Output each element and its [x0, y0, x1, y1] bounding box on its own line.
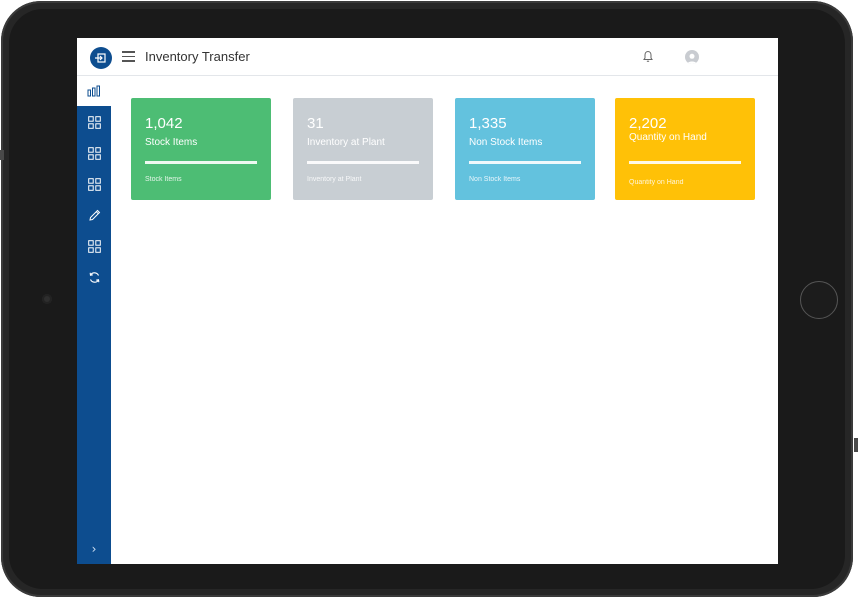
card-label: Inventory at Plant	[307, 137, 385, 148]
volume-button	[0, 150, 4, 160]
bell-icon[interactable]	[642, 50, 654, 63]
card-progress-bar	[469, 161, 581, 164]
grid-icon	[87, 146, 101, 160]
card-value: 1,335	[469, 115, 507, 132]
sidebar-item-module-2[interactable]	[77, 138, 111, 168]
card-progress-bar	[629, 161, 741, 164]
grid-icon	[87, 239, 101, 253]
page-title: Inventory Transfer	[145, 49, 250, 64]
sync-icon	[89, 271, 99, 283]
top-header: Inventory Transfer	[77, 38, 778, 76]
chevron-right-icon[interactable]: ›	[77, 539, 111, 559]
card-progress-bar	[145, 161, 257, 164]
app-logo-icon[interactable]	[90, 47, 112, 69]
camera-icon	[42, 294, 52, 304]
card-label: Quantity on Hand	[629, 132, 707, 143]
user-silhouette	[687, 53, 697, 64]
card-inventory-at-plant[interactable]: 31 Inventory at Plant Inventory at Plant	[293, 98, 433, 200]
card-footer: Stock Items	[145, 176, 182, 183]
card-footer: Quantity on Hand	[629, 179, 684, 186]
card-footer: Inventory at Plant	[307, 176, 362, 183]
sidebar-item-sync[interactable]	[77, 262, 111, 292]
sidebar-item-module-4[interactable]	[77, 231, 111, 261]
sidebar-item-module-3[interactable]	[77, 169, 111, 199]
bar-chart-icon	[87, 85, 100, 97]
sidebar: ›	[77, 76, 111, 564]
card-progress-bar	[307, 161, 419, 164]
app-screen: Inventory Transfer › 1,042 Stock Items S…	[77, 38, 778, 564]
card-footer: Non Stock Items	[469, 176, 521, 183]
user-avatar-icon[interactable]	[685, 50, 699, 64]
sidebar-item-edit[interactable]	[77, 200, 111, 230]
grid-icon	[87, 115, 101, 129]
card-value: 31	[307, 115, 324, 132]
card-quantity-on-hand[interactable]: 2,202 Quantity on Hand Quantity on Hand	[615, 98, 755, 200]
app-logo-glyph	[95, 53, 106, 63]
card-label: Stock Items	[145, 137, 198, 148]
card-non-stock-items[interactable]: 1,335 Non Stock Items Non Stock Items	[455, 98, 595, 200]
pencil-icon	[88, 209, 100, 221]
home-button[interactable]	[800, 281, 838, 319]
card-value: 1,042	[145, 115, 183, 132]
sidebar-item-dashboard[interactable]	[77, 76, 111, 106]
power-button	[854, 438, 858, 452]
card-label: Non Stock Items	[469, 137, 543, 148]
hamburger-menu-icon[interactable]	[122, 51, 135, 62]
grid-icon	[87, 177, 101, 191]
tablet-device-frame: Inventory Transfer › 1,042 Stock Items S…	[0, 0, 858, 600]
sidebar-item-module-1[interactable]	[77, 107, 111, 137]
card-value: 2,202	[629, 115, 667, 132]
card-stock-items[interactable]: 1,042 Stock Items Stock Items	[131, 98, 271, 200]
